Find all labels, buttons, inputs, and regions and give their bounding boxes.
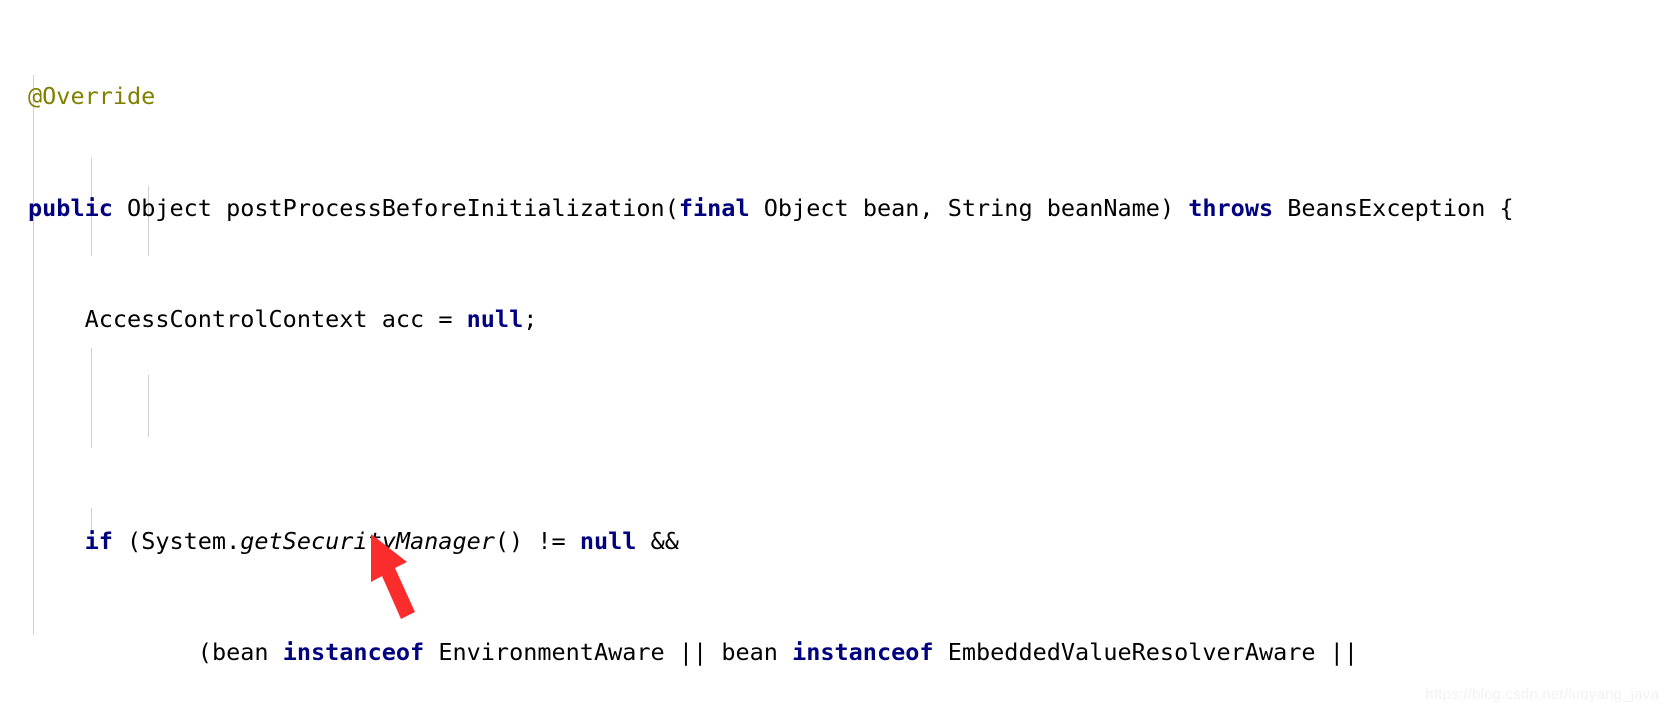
operator-or-6b: || (1329, 638, 1359, 667)
operator-assign: = (438, 304, 453, 333)
annotation-override-token: @Override (28, 82, 156, 111)
keyword-instanceof-6a: instanceof (282, 638, 425, 667)
sep: ( (112, 527, 142, 556)
sep (212, 194, 226, 222)
var-acc-decl: acc (381, 304, 425, 333)
operator-neq-1: != (537, 527, 566, 556)
operator-or-6a: || (678, 638, 708, 667)
comma: , (919, 193, 948, 222)
type-string-param: String (947, 193, 1033, 222)
param-bean: bean (862, 193, 920, 222)
brace-open: { (1485, 193, 1514, 222)
code-text-block[interactable]: @Override public Object postProcessBefor… (0, 0, 1667, 707)
code-line-1[interactable]: @Override (0, 82, 1667, 111)
iface-embeddedvalueresolveraware: EmbeddedValueResolverAware (947, 638, 1316, 667)
sep (778, 638, 792, 666)
var-bean-6b: bean (721, 638, 778, 667)
keyword-instanceof-6b: instanceof (792, 638, 934, 667)
keyword-null-1: null (466, 304, 524, 333)
indent: ( (28, 638, 212, 667)
watermark-text: https://blog.csdn.net/luoyang_java (1425, 686, 1659, 703)
iface-environmentaware: EnvironmentAware (438, 638, 665, 667)
call-parens: () (494, 527, 538, 556)
sep (113, 194, 127, 222)
code-line-3[interactable]: AccessControlContext acc = null; (0, 304, 1667, 334)
sep (849, 194, 863, 222)
code-line-6[interactable]: (bean instanceof EnvironmentAware || bea… (0, 638, 1667, 667)
code-line-4-blank[interactable] (0, 417, 1667, 445)
method-name-decl: postProcessBeforeInitialization (226, 193, 665, 222)
sep (269, 638, 283, 666)
sep (934, 638, 948, 666)
sep (707, 638, 721, 666)
code-line-2[interactable]: public Object postProcessBeforeInitializ… (0, 193, 1667, 223)
semicolon: ; (523, 304, 538, 333)
sep (750, 194, 764, 222)
code-line-5[interactable]: if (System.getSecurityManager() != null … (0, 527, 1667, 556)
sep (665, 638, 679, 666)
keyword-throws: throws (1188, 193, 1274, 222)
class-system: System. (141, 527, 241, 556)
keyword-if-1: if (84, 527, 113, 556)
sep (424, 638, 438, 666)
param-beanname: beanName (1046, 193, 1160, 222)
sep (1273, 194, 1287, 222)
paren-close: ) (1159, 193, 1189, 222)
code-editor-pane[interactable]: @Override public Object postProcessBefor… (0, 0, 1667, 707)
sep (368, 305, 382, 333)
keyword-final: final (678, 193, 750, 222)
sep (424, 305, 438, 333)
type-accesscontrolcontext: AccessControlContext (84, 304, 368, 333)
type-beansexception: BeansException (1287, 193, 1486, 222)
paren-open: ( (664, 193, 679, 222)
type-object-param: Object (763, 193, 849, 222)
sep (636, 527, 650, 555)
operator-and: && (650, 527, 679, 556)
sep (1033, 194, 1047, 222)
keyword-public: public (28, 193, 113, 222)
sep (566, 527, 580, 555)
var-bean-6a: bean (211, 638, 269, 667)
sep (452, 305, 466, 333)
method-getsecuritymanager: getSecurityManager (240, 527, 495, 556)
sep (1316, 638, 1330, 666)
type-object-return: Object (127, 193, 212, 222)
keyword-null-2: null (579, 527, 637, 556)
